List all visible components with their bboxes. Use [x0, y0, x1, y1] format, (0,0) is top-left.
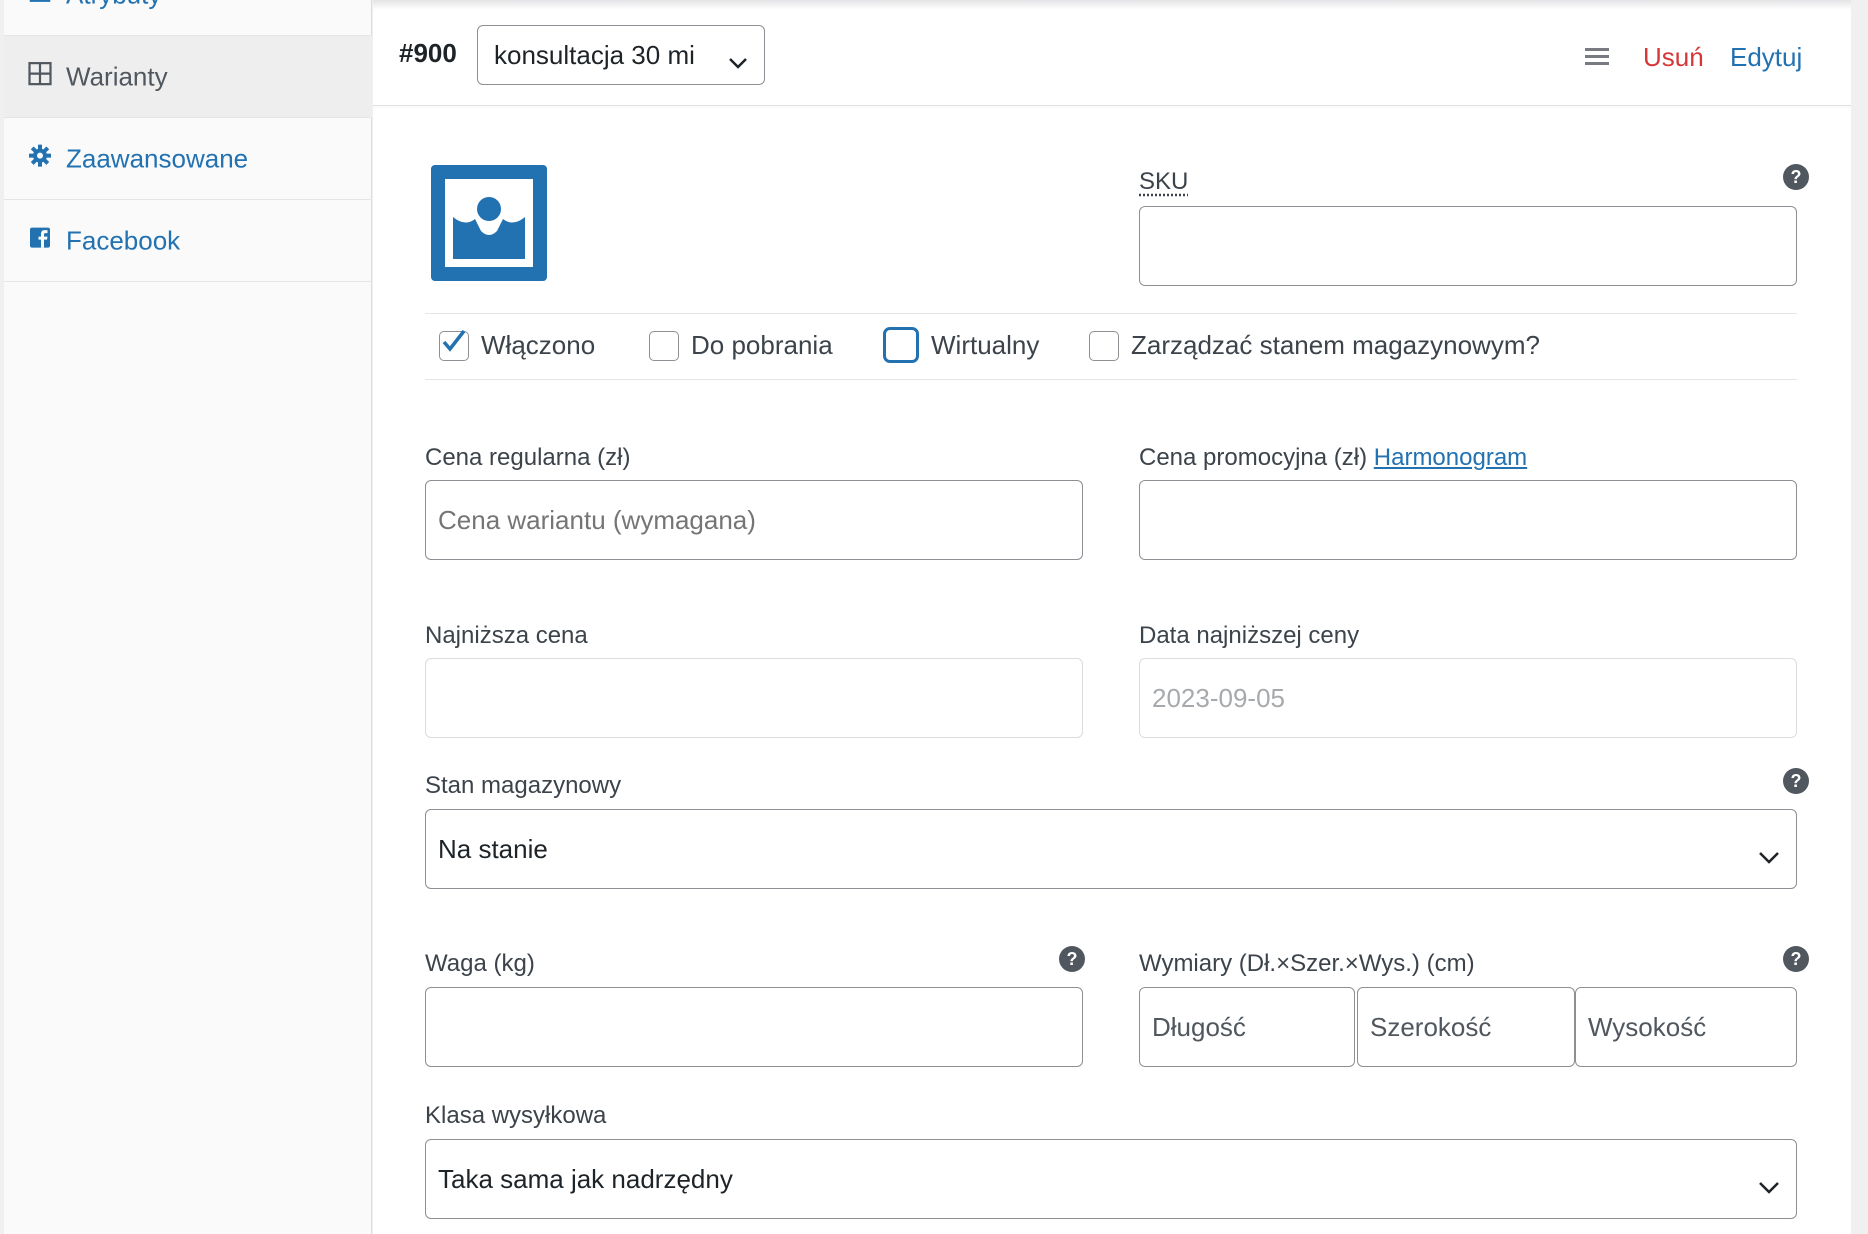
checkbox-box[interactable]	[883, 327, 919, 363]
lowest-price-date-placeholder: 2023-09-05	[1152, 682, 1285, 713]
schedule-link[interactable]: Harmonogram	[1374, 444, 1527, 471]
edit-variation-link[interactable]: Edytuj	[1730, 42, 1802, 73]
divider	[425, 379, 1797, 380]
sale-price-label-group: Cena promocyjna (zł) Harmonogram	[1139, 444, 1527, 472]
product-data-tabs: Atrybuty Warianty Zaawansowane	[4, 0, 372, 1234]
regular-price-input[interactable]	[425, 480, 1083, 560]
checkbox-label: Włączono	[481, 330, 596, 360]
stock-status-select[interactable]: Na stanie	[425, 809, 1797, 889]
sku-input[interactable]	[1139, 206, 1797, 286]
manage-stock-checkbox[interactable]: Zarządzać stanem magazynowym?	[1089, 330, 1540, 361]
variation-panel: #900 konsultacja 30 mi Usuń Edytuj SKU ?…	[373, 0, 1851, 1234]
sidebar-item-variations[interactable]: Warianty	[4, 36, 372, 118]
facebook-icon	[26, 223, 54, 251]
sidebar-item-label: Warianty	[66, 61, 168, 91]
weight-input[interactable]	[425, 987, 1083, 1067]
sku-label: SKU	[1139, 168, 1189, 195]
lowest-price-label: Najniższa cena	[425, 622, 588, 649]
sidebar-item-attributes[interactable]: Atrybuty	[4, 0, 372, 36]
virtual-checkbox[interactable]: Wirtualny	[883, 327, 1039, 363]
sale-price-input[interactable]	[1139, 480, 1797, 560]
checkbox-box[interactable]	[1089, 330, 1119, 361]
lowest-price-date-label: Data najniższej ceny	[1139, 622, 1360, 649]
height-placeholder: Wysokość	[1588, 1011, 1707, 1042]
help-icon[interactable]: ?	[1059, 946, 1085, 972]
lowest-price-date-input: 2023-09-05	[1139, 658, 1797, 738]
drag-handle-icon[interactable]	[1585, 48, 1609, 66]
variation-image-upload[interactable]	[431, 165, 547, 281]
remove-variation-link[interactable]: Usuń	[1643, 42, 1704, 73]
shipping-class-label: Klasa wysyłkowa	[425, 1102, 607, 1129]
checkbox-box[interactable]	[439, 329, 469, 361]
image-placeholder-icon	[445, 179, 533, 267]
regular-price-label: Cena regularna (zł)	[425, 444, 631, 471]
checkbox-label: Do pobrania	[691, 330, 833, 360]
downloadable-checkbox[interactable]: Do pobrania	[649, 330, 833, 361]
help-icon[interactable]: ?	[1783, 768, 1809, 794]
sale-price-label: Cena promocyjna (zł)	[1139, 444, 1368, 471]
checkbox-label: Zarządzać stanem magazynowym?	[1131, 330, 1540, 360]
variation-header: #900 konsultacja 30 mi Usuń Edytuj	[373, 0, 1851, 106]
chevron-down-icon	[728, 46, 748, 77]
checkmark-icon	[442, 329, 466, 352]
enabled-checkbox[interactable]: Włączono	[439, 329, 596, 361]
lowest-price-input	[425, 658, 1083, 738]
grid-icon	[26, 59, 54, 87]
width-input[interactable]: Szerokość	[1357, 987, 1575, 1067]
sidebar-item-label: Zaawansowane	[66, 143, 249, 173]
variation-attribute-select[interactable]: konsultacja 30 mi	[477, 25, 765, 85]
list-icon	[26, 0, 54, 5]
help-icon[interactable]: ?	[1783, 946, 1809, 972]
sidebar-item-advanced[interactable]: Zaawansowane	[4, 118, 372, 200]
gear-icon	[26, 141, 54, 169]
sidebar-item-label: Facebook	[66, 225, 181, 255]
help-icon[interactable]: ?	[1783, 164, 1809, 190]
chevron-down-icon	[1758, 840, 1780, 871]
divider	[425, 313, 1797, 314]
stock-status-label: Stan magazynowy	[425, 772, 622, 799]
checkbox-label: Wirtualny	[931, 329, 1040, 360]
height-input[interactable]: Wysokość	[1575, 987, 1797, 1067]
weight-label: Waga (kg)	[425, 950, 535, 977]
header-shadow	[373, 0, 1851, 10]
stock-status-value: Na stanie	[438, 833, 548, 864]
dimensions-label: Wymiary (Dł.×Szer.×Wys.) (cm)	[1139, 950, 1475, 977]
shipping-class-value: Taka sama jak nadrzędny	[438, 1163, 733, 1194]
checkbox-box[interactable]	[649, 330, 679, 361]
length-placeholder: Długość	[1152, 1011, 1246, 1042]
chevron-down-icon	[1758, 1170, 1780, 1201]
length-input[interactable]: Długość	[1139, 987, 1355, 1067]
width-placeholder: Szerokość	[1370, 1011, 1492, 1042]
sidebar-item-label: Atrybuty	[66, 0, 161, 10]
shipping-class-select[interactable]: Taka sama jak nadrzędny	[425, 1139, 1797, 1219]
sidebar-item-facebook[interactable]: Facebook	[4, 200, 372, 282]
variation-id: #900	[399, 38, 457, 68]
variation-attribute-value: konsultacja 30 mi	[494, 39, 695, 70]
